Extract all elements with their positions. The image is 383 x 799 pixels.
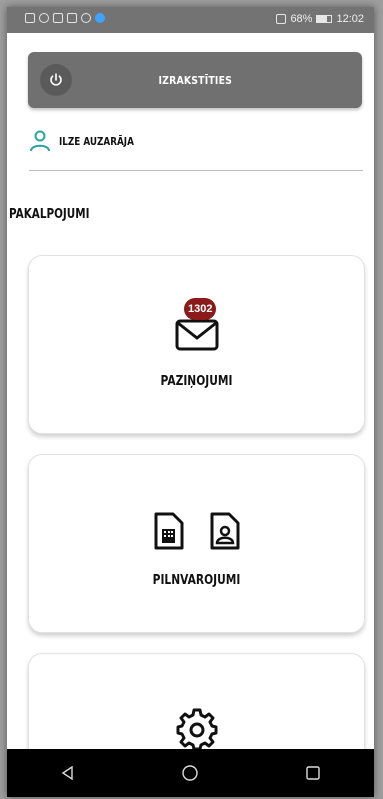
- status-icons-right: 68% 12:02: [276, 13, 364, 25]
- recents-icon: [306, 766, 320, 780]
- status-icons-left: [25, 13, 105, 23]
- battery-percent: 68%: [290, 13, 313, 25]
- person-document-icon: [210, 512, 240, 550]
- envelope-icon: [175, 319, 219, 351]
- wifi-icon: [39, 13, 49, 23]
- card-label-authorizations: PILNVAROJUMI: [152, 573, 241, 588]
- download-icon: [67, 13, 77, 23]
- card-label-notifications: PAZIŅOJUMI: [160, 374, 233, 389]
- status-bar: 68% 12:02: [7, 7, 374, 33]
- user-icon: [30, 130, 50, 152]
- gallery-icon: [53, 13, 63, 23]
- phone-screen: 68% 12:02 IZRAKSTĪTIES ILZE AUZARĀJA PAK…: [7, 7, 374, 797]
- home-icon: [182, 765, 199, 781]
- notification-badge: 1302: [184, 298, 217, 320]
- user-profile[interactable]: ILZE AUZARĀJA: [29, 129, 153, 153]
- power-icon: [40, 64, 72, 96]
- logout-button[interactable]: IZRAKSTĪTIES: [28, 52, 362, 108]
- system-navigation-bar: [7, 749, 374, 797]
- card-authorizations[interactable]: PILNVAROJUMI: [28, 454, 365, 633]
- back-icon: [61, 765, 73, 781]
- divider: [29, 170, 363, 171]
- app-notification-icon: [95, 13, 105, 23]
- building-document-icon: [154, 512, 184, 550]
- sim-icon: [25, 13, 35, 23]
- clock: 12:02: [336, 13, 364, 25]
- user-name: ILZE AUZARĀJA: [59, 134, 134, 148]
- back-button[interactable]: [48, 753, 88, 793]
- logout-label: IZRAKSTĪTIES: [158, 73, 232, 87]
- recents-button[interactable]: [293, 753, 333, 793]
- nfc-icon: [276, 14, 287, 24]
- section-title: PAKALPOJUMI: [9, 207, 90, 222]
- battery-icon: [316, 15, 333, 23]
- cast-icon: [81, 13, 91, 23]
- card-notifications[interactable]: 1302 PAZIŅOJUMI: [28, 255, 365, 434]
- gear-icon: [176, 708, 218, 750]
- home-button[interactable]: [170, 753, 210, 793]
